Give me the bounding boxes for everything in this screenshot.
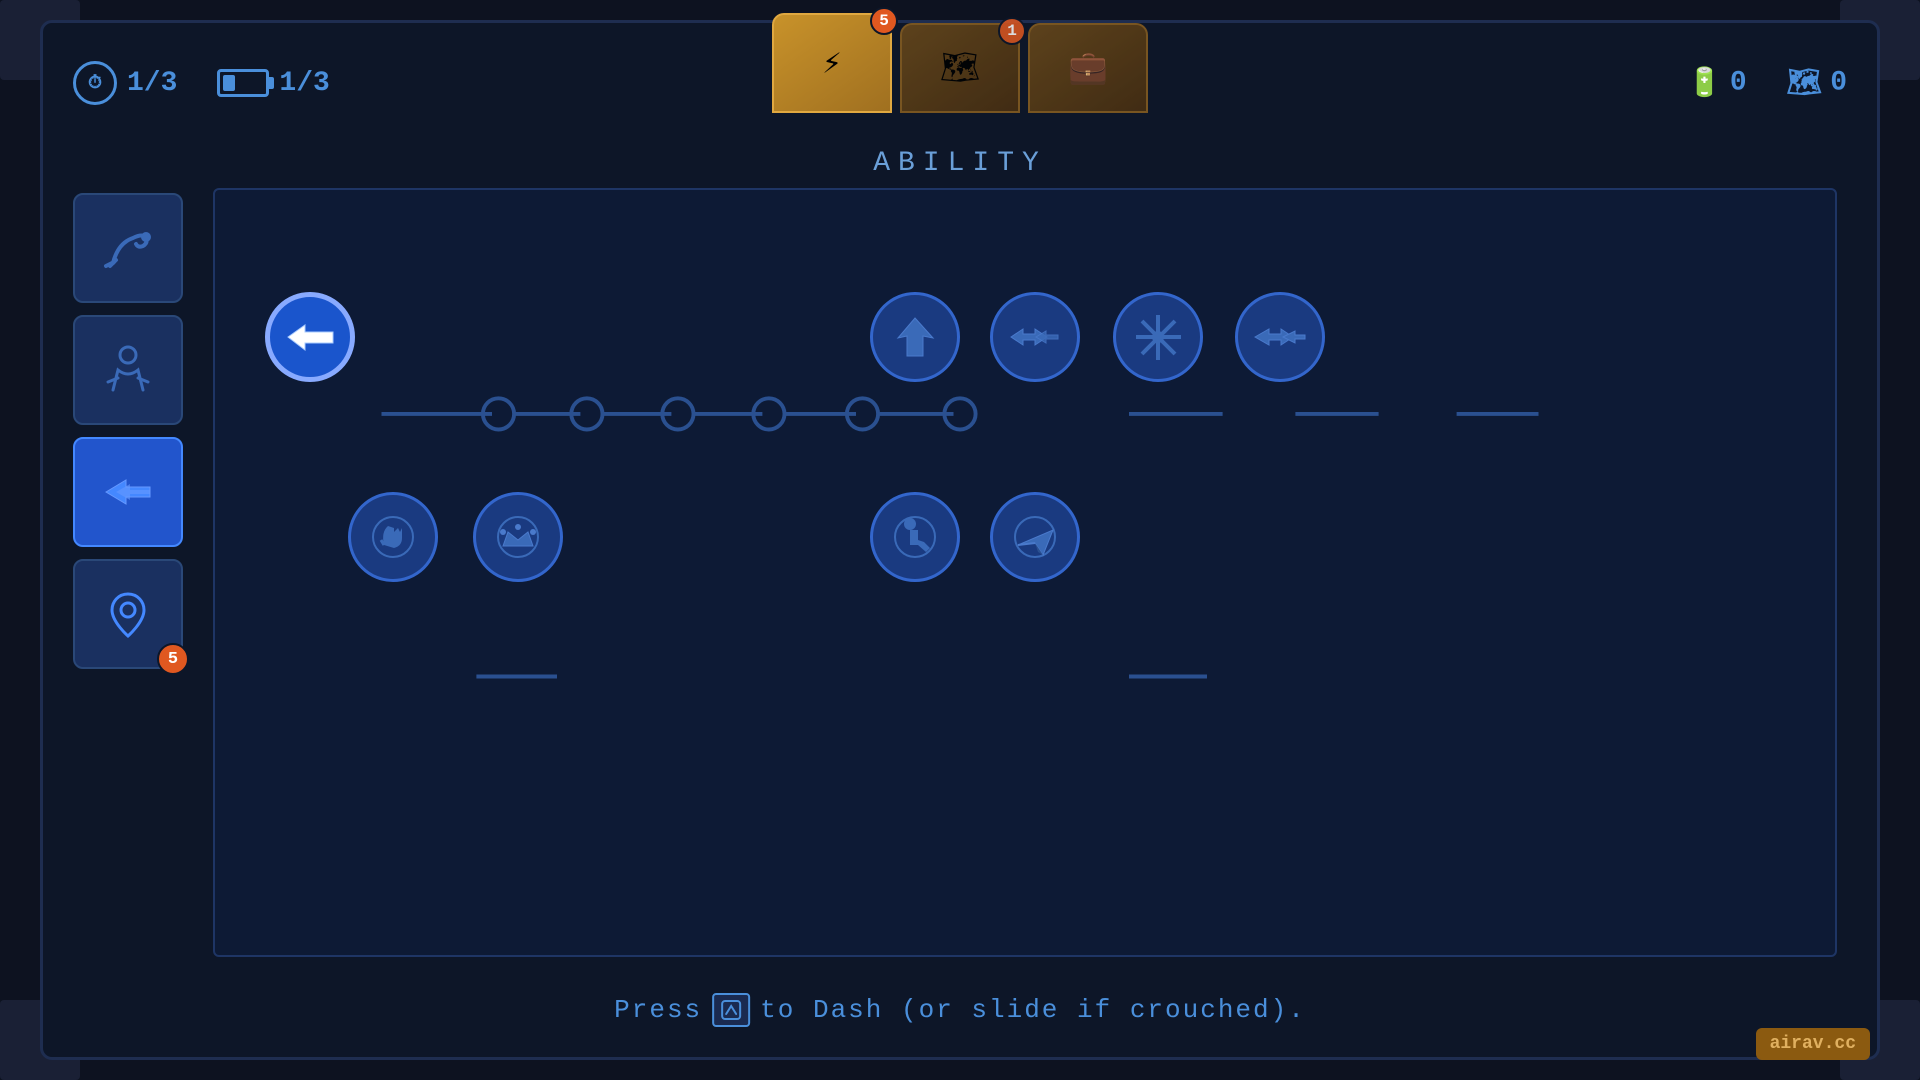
- node-crown[interactable]: [473, 492, 563, 582]
- sidebar-btn-location[interactable]: 5: [73, 559, 183, 669]
- battery-count-icon: 🔋: [1687, 66, 1722, 101]
- lives-icon: ⏱: [73, 61, 117, 105]
- tab-ability-icon: ⚡: [822, 43, 841, 83]
- location-icon: [98, 584, 158, 644]
- map-count-value: 0: [1830, 68, 1847, 99]
- node-dash-fast[interactable]: [1235, 292, 1325, 382]
- tab-map-icon: 🗺: [940, 48, 981, 88]
- location-badge: 5: [157, 643, 189, 675]
- node-fist[interactable]: [348, 492, 438, 582]
- bottom-hint: Press to Dash (or slide if crouched).: [614, 993, 1306, 1027]
- node-freeze[interactable]: [1113, 292, 1203, 382]
- sidebar-btn-grapple[interactable]: [73, 193, 183, 303]
- node-dive[interactable]: [870, 292, 960, 382]
- battery-icon: [217, 69, 269, 97]
- node-dash-multi[interactable]: [990, 292, 1080, 382]
- node-paper-plane[interactable]: [990, 492, 1080, 582]
- node-dash-active[interactable]: [265, 292, 355, 382]
- skill-tree: [245, 220, 1805, 925]
- character-icon: [98, 340, 158, 400]
- left-sidebar: 5: [73, 193, 183, 669]
- node-kick[interactable]: [870, 492, 960, 582]
- grapple-icon: [98, 218, 158, 278]
- battery-value: 1/3: [279, 68, 329, 99]
- tab-map[interactable]: 🗺 1: [900, 23, 1020, 113]
- page-title: Ability: [873, 148, 1047, 179]
- dash-icon: [98, 462, 158, 522]
- sidebar-btn-character[interactable]: [73, 315, 183, 425]
- main-content: [213, 188, 1837, 957]
- tab-map-badge: 1: [998, 17, 1026, 45]
- game-frame: ⏱ 1/3 1/3 ⚡ 5 🗺 1 💼: [40, 20, 1880, 1060]
- hint-suffix: to Dash (or slide if crouched).: [760, 995, 1306, 1025]
- tab-inventory-icon: 💼: [1068, 48, 1108, 88]
- stats-left: ⏱ 1/3 1/3: [73, 61, 330, 105]
- battery-count-value: 0: [1730, 68, 1747, 99]
- battery-stat: 1/3: [217, 68, 329, 99]
- hint-prefix: Press: [614, 995, 702, 1025]
- lives-stat: ⏱ 1/3: [73, 61, 177, 105]
- tab-ability[interactable]: ⚡ 5: [772, 13, 892, 113]
- map-count-icon: 🗺: [1787, 66, 1823, 101]
- lives-value: 1/3: [127, 68, 177, 99]
- map-count: 🗺 0: [1787, 66, 1847, 101]
- stats-right: 🔋 0 🗺 0: [1687, 66, 1847, 101]
- tab-ability-badge: 5: [870, 7, 898, 35]
- tab-inventory[interactable]: 💼: [1028, 23, 1148, 113]
- center-tabs: ⚡ 5 🗺 1 💼: [772, 13, 1148, 113]
- watermark: airav.cc: [1756, 1028, 1870, 1060]
- top-bar: ⏱ 1/3 1/3 ⚡ 5 🗺 1 💼: [43, 23, 1877, 143]
- battery-count: 🔋 0: [1687, 66, 1747, 101]
- sidebar-btn-dash[interactable]: [73, 437, 183, 547]
- hint-key: [712, 993, 750, 1027]
